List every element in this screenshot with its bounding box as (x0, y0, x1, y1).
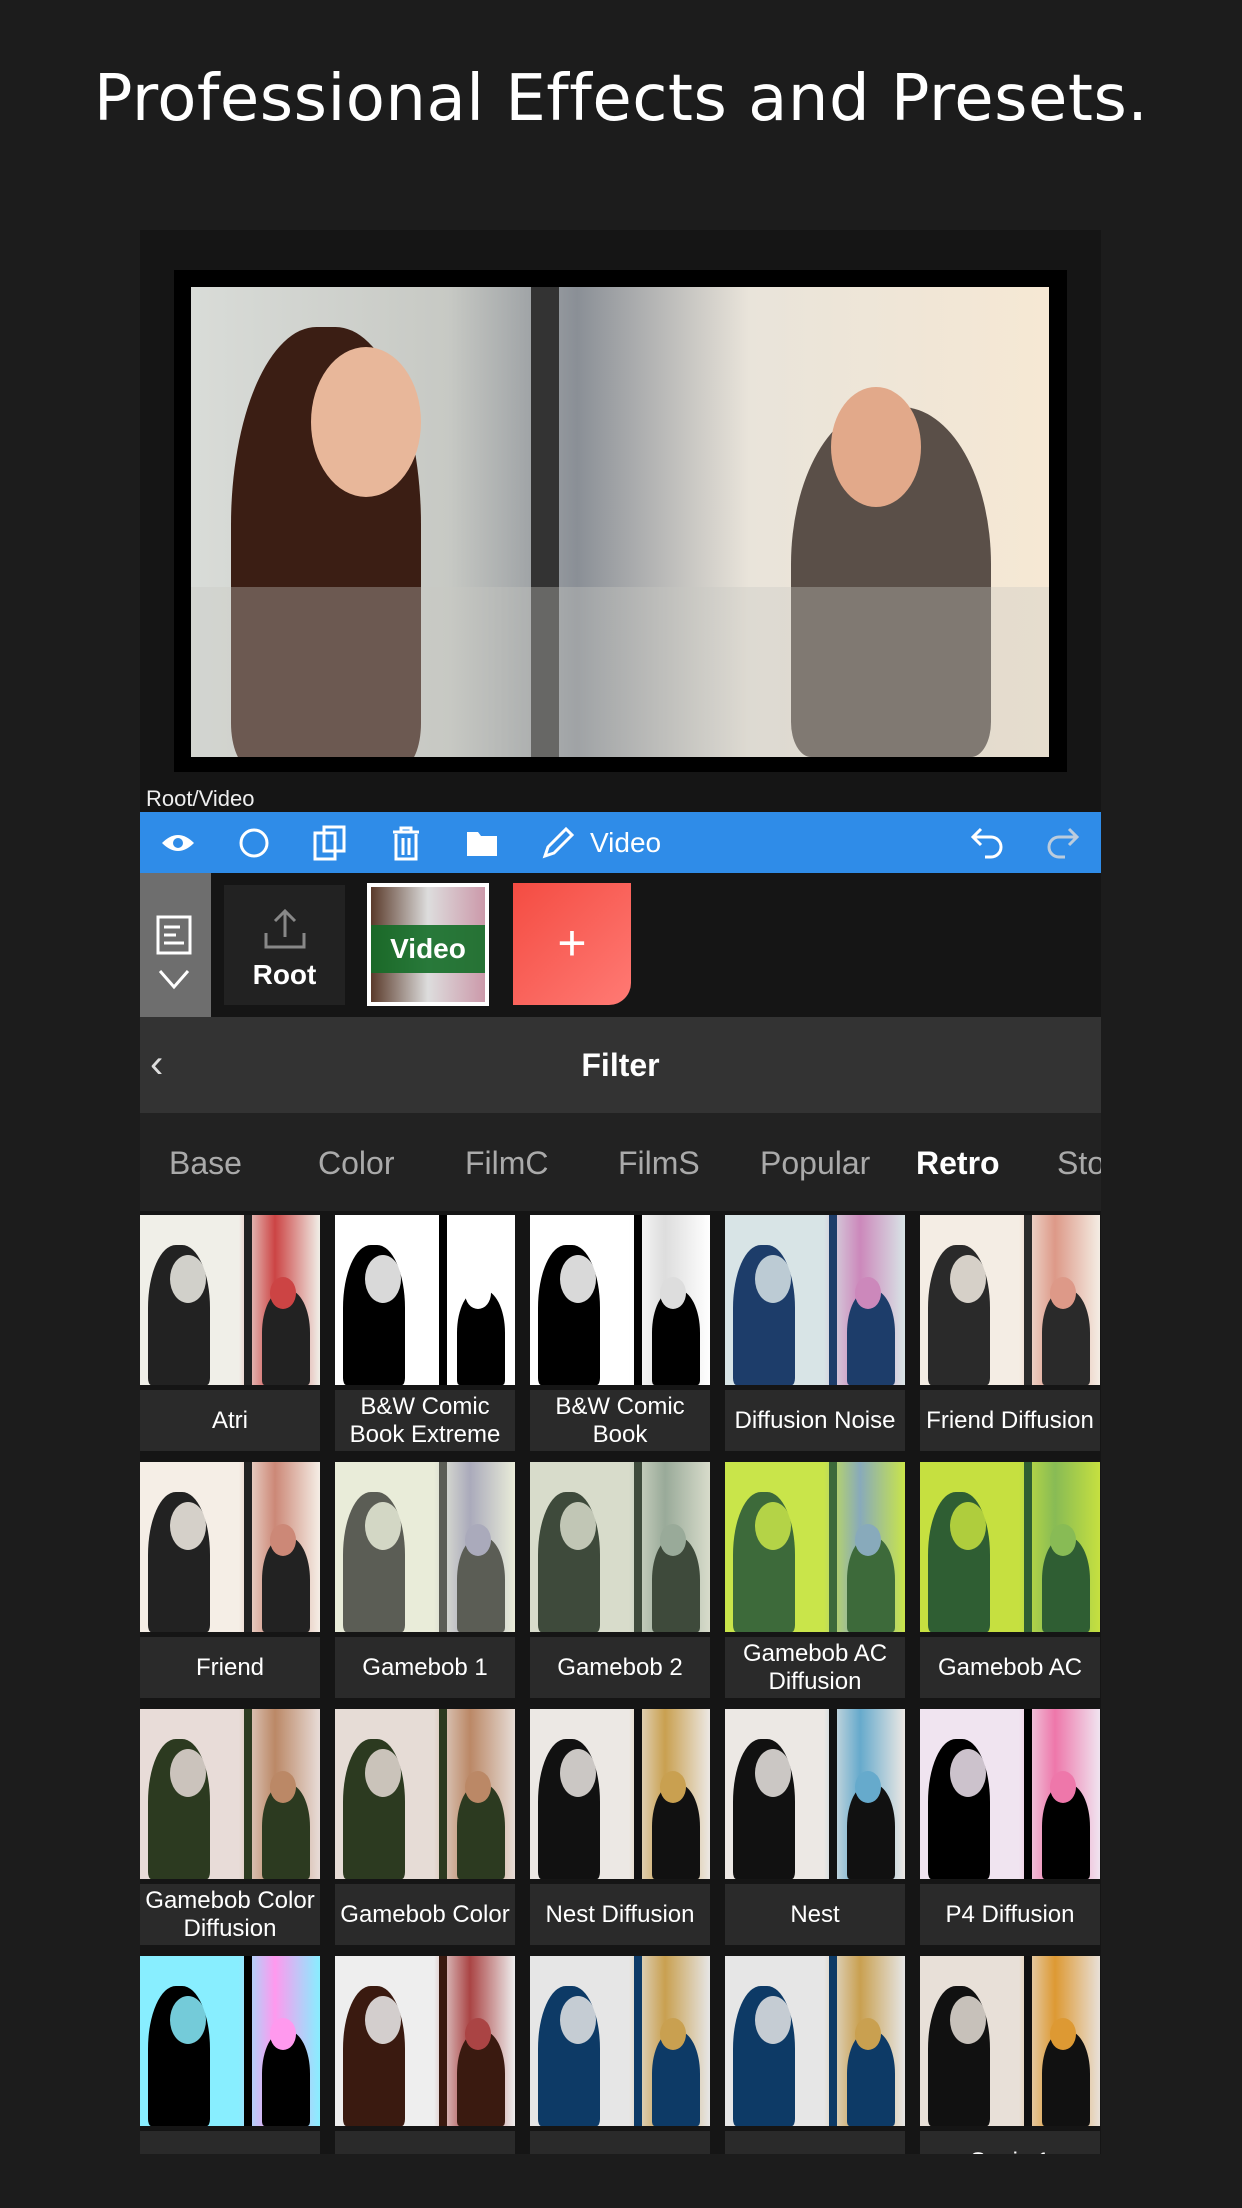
app-screen: Root/Video Video Root Video + ‹ Filter B… (140, 230, 1101, 2154)
filter-item[interactable]: Friend (140, 1462, 320, 1698)
redo-icon[interactable] (1043, 823, 1083, 863)
layer-name[interactable]: Video (590, 827, 661, 859)
filter-label: Friend (140, 1637, 320, 1698)
filter-thumbnail (920, 1215, 1100, 1385)
filter-label: Gamebob AC (920, 1637, 1100, 1698)
clip-label: Video (371, 925, 485, 973)
filter-thumbnail (530, 1215, 710, 1385)
filter-label: Gamebob Color Diffusion (140, 1884, 320, 1945)
tab-retro[interactable]: Retro (916, 1145, 1000, 1182)
filter-label: Nest Diffusion (530, 1884, 710, 1945)
filter-item[interactable] (335, 1956, 515, 2154)
filter-label (530, 2131, 710, 2154)
filter-label (725, 2131, 905, 2154)
filter-label: Gamebob 2 (530, 1637, 710, 1698)
filter-title: Filter (581, 1047, 660, 1083)
filter-label: Gamebob Color (335, 1884, 515, 1945)
filter-label: Diffusion Noise (725, 1390, 905, 1451)
filter-item[interactable]: Sanic 1 (920, 1956, 1100, 2154)
filter-thumbnail (530, 1462, 710, 1632)
filter-label: Gamebob AC Diffusion (725, 1637, 905, 1698)
video-preview (174, 270, 1067, 772)
list-collapse-icon (156, 915, 192, 990)
trash-icon[interactable] (386, 823, 426, 863)
root-label: Root (252, 959, 317, 990)
filter-item[interactable]: B&W Comic Book Extreme (335, 1215, 515, 1451)
upload-icon (264, 908, 305, 949)
tab-filmc[interactable]: FilmC (465, 1145, 549, 1182)
filter-thumbnail (140, 1709, 320, 1879)
filter-thumbnail (335, 1956, 515, 2126)
folder-icon[interactable] (462, 823, 502, 863)
filter-thumbnail (530, 1956, 710, 2126)
filter-item[interactable] (725, 1956, 905, 2154)
filter-thumbnail (725, 1215, 905, 1385)
filter-thumbnail (920, 1956, 1100, 2126)
filter-label (140, 2131, 320, 2154)
filter-thumbnail (920, 1462, 1100, 1632)
filter-label: Atri (140, 1390, 320, 1451)
filter-item[interactable]: Nest Diffusion (530, 1709, 710, 1945)
headline: Professional Effects and Presets. (93, 62, 1149, 136)
filter-thumbnail (920, 1709, 1100, 1879)
filter-thumbnail (335, 1215, 515, 1385)
filter-item[interactable] (140, 1956, 320, 2154)
copy-icon[interactable] (310, 823, 350, 863)
filter-thumbnail (335, 1462, 515, 1632)
root-button[interactable]: Root (224, 885, 345, 1005)
filter-label (335, 2131, 515, 2154)
filter-item[interactable]: B&W Comic Book (530, 1215, 710, 1451)
filter-item[interactable]: Gamebob AC (920, 1462, 1100, 1698)
filter-label: Gamebob 1 (335, 1637, 515, 1698)
filter-item[interactable]: P4 Diffusion (920, 1709, 1100, 1945)
filter-thumbnail (725, 1709, 905, 1879)
video-clip[interactable]: Video (367, 883, 489, 1006)
undo-icon[interactable] (967, 823, 1007, 863)
filter-item[interactable]: Nest (725, 1709, 905, 1945)
tab-base[interactable]: Base (169, 1145, 242, 1182)
filter-header: ‹ Filter (140, 1017, 1101, 1113)
filter-thumbnail (725, 1462, 905, 1632)
pencil-icon[interactable] (538, 823, 578, 863)
filter-label: P4 Diffusion (920, 1884, 1100, 1945)
add-layer-button[interactable]: + (513, 883, 631, 1005)
preview-image (191, 287, 1049, 757)
filter-thumbnail (140, 1215, 320, 1385)
tab-sto[interactable]: Sto (1057, 1145, 1101, 1182)
filter-item[interactable]: Diffusion Noise (725, 1215, 905, 1451)
tab-films[interactable]: FilmS (618, 1145, 700, 1182)
toolbar: Video (140, 812, 1101, 873)
filter-item[interactable]: Gamebob Color (335, 1709, 515, 1945)
tab-popular[interactable]: Popular (760, 1145, 870, 1182)
filter-item[interactable]: Atri (140, 1215, 320, 1451)
filter-label: Friend Diffusion (920, 1390, 1100, 1451)
filter-item[interactable]: Gamebob Color Diffusion (140, 1709, 320, 1945)
filter-item[interactable]: Gamebob AC Diffusion (725, 1462, 905, 1698)
filter-thumbnail (725, 1956, 905, 2126)
filter-thumbnail (530, 1709, 710, 1879)
filter-item[interactable] (530, 1956, 710, 2154)
layer-panel-toggle[interactable] (140, 873, 211, 1017)
filter-thumbnail (140, 1956, 320, 2126)
filter-thumbnail (140, 1462, 320, 1632)
filter-label: Nest (725, 1884, 905, 1945)
filter-label: B&W Comic Book Extreme (335, 1390, 515, 1451)
eye-icon[interactable] (158, 823, 198, 863)
circle-icon[interactable] (234, 823, 274, 863)
filter-item[interactable]: Friend Diffusion (920, 1215, 1100, 1451)
timeline: Root Video + (140, 873, 1101, 1017)
filter-thumbnail (335, 1709, 515, 1879)
filter-category-tabs: Base Color FilmC FilmS Popular Retro Sto (140, 1113, 1101, 1211)
tab-color[interactable]: Color (318, 1145, 394, 1182)
filter-item[interactable]: Gamebob 2 (530, 1462, 710, 1698)
filter-label: Sanic 1 (920, 2131, 1100, 2154)
filter-label: B&W Comic Book (530, 1390, 710, 1451)
filter-item[interactable]: Gamebob 1 (335, 1462, 515, 1698)
breadcrumb: Root/Video (146, 786, 255, 811)
